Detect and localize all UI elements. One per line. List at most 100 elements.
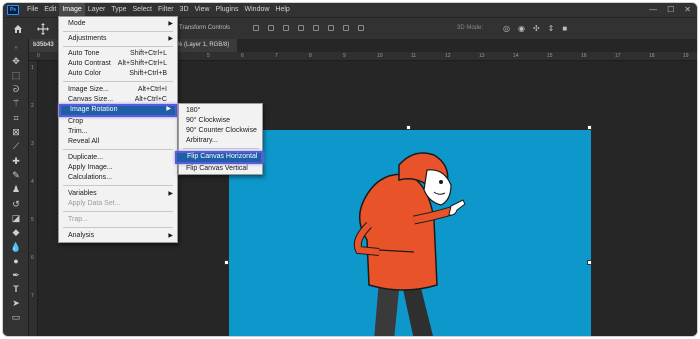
roll-icon[interactable]: ◉ xyxy=(518,24,525,33)
lasso-icon[interactable]: ᘐ xyxy=(10,84,22,95)
distribute-icon[interactable] xyxy=(343,25,349,31)
menu-item-crop[interactable]: Crop xyxy=(59,117,177,127)
panel-collapse-icon[interactable]: » xyxy=(10,43,22,54)
menu-item-mode[interactable]: Mode ▶ xyxy=(59,19,177,29)
menu-separator xyxy=(63,211,173,212)
submenu-arrow-icon: ▶ xyxy=(168,191,173,197)
menu-item-adjustments[interactable]: Adjustments ▶ xyxy=(59,34,177,44)
clone-stamp-icon[interactable]: ♟ xyxy=(10,184,22,195)
menu-item-arbitrary[interactable]: Arbitrary... xyxy=(179,136,262,146)
menu-item-duplicate[interactable]: Duplicate... xyxy=(59,153,177,163)
menu-item-auto-color[interactable]: Auto Color Shift+Ctrl+B xyxy=(59,69,177,79)
ruler-tick-label: 5 xyxy=(31,217,34,223)
canvas-image[interactable] xyxy=(229,130,591,336)
menu-item-label: Crop xyxy=(68,118,84,125)
menu-type[interactable]: Type xyxy=(108,3,129,17)
menu-item-flip-horizontal[interactable]: Flip Canvas Horizontal xyxy=(175,151,263,164)
align-left-icon[interactable] xyxy=(253,25,259,31)
menu-view[interactable]: View xyxy=(192,3,213,17)
menu-item-rotate-90-ccw[interactable]: 90° Counter Clockwise xyxy=(179,126,262,136)
menu-separator xyxy=(63,227,173,228)
menu-item-image-rotation[interactable]: Image Rotation ▶ xyxy=(59,104,177,117)
transform-handle[interactable] xyxy=(587,125,592,130)
3d-mode-icons: ◎ ◉ ✣ ⇕ ■ xyxy=(503,24,567,33)
blur-icon[interactable]: 💧 xyxy=(10,242,22,253)
ruler-tick-label: 19 xyxy=(683,53,689,59)
menu-file[interactable]: File xyxy=(24,3,41,17)
healing-brush-icon[interactable]: ✚ xyxy=(10,156,22,167)
pan-icon[interactable]: ✣ xyxy=(533,24,540,33)
menu-item-auto-tone[interactable]: Auto Tone Shift+Ctrl+L xyxy=(59,49,177,59)
align-center-icon[interactable] xyxy=(268,25,274,31)
path-selection-icon[interactable]: ➤ xyxy=(10,298,22,309)
ruler-tick-label: 18 xyxy=(649,53,655,59)
menu-edit[interactable]: Edit xyxy=(41,3,59,17)
menu-item-label: Calculations... xyxy=(68,174,112,181)
ruler-tick-label: 2 xyxy=(31,103,34,109)
menu-filter[interactable]: Filter xyxy=(155,3,177,17)
menu-item-flip-vertical[interactable]: Flip Canvas Vertical xyxy=(179,164,262,174)
minimize-button[interactable]: — xyxy=(649,5,657,14)
menu-item-auto-contrast[interactable]: Auto Contrast Alt+Shift+Ctrl+L xyxy=(59,59,177,69)
ruler-tick-label: 14 xyxy=(513,53,519,59)
shortcut-label: Alt+Shift+Ctrl+L xyxy=(117,60,167,67)
align-right-icon[interactable] xyxy=(283,25,289,31)
menu-plugins[interactable]: Plugins xyxy=(213,3,242,17)
transform-handle[interactable] xyxy=(587,260,592,265)
menu-item-trim[interactable]: Trim... xyxy=(59,127,177,137)
frame-icon[interactable]: ⊠ xyxy=(10,127,22,138)
close-button[interactable]: ✕ xyxy=(684,5,691,14)
menu-item-label: Image Size... xyxy=(68,86,109,93)
more-options-icon[interactable] xyxy=(358,25,364,31)
menu-item-variables[interactable]: Variables ▶ xyxy=(59,189,177,199)
pen-icon[interactable]: ✒ xyxy=(10,270,22,281)
orbit-icon[interactable]: ◎ xyxy=(503,24,510,33)
menu-help[interactable]: Help xyxy=(272,3,292,17)
camera-icon[interactable]: ■ xyxy=(562,24,567,33)
menu-3d[interactable]: 3D xyxy=(177,3,192,17)
crop-icon[interactable]: ⌗ xyxy=(10,113,22,124)
menu-image[interactable]: Image xyxy=(59,3,85,17)
menu-item-apply-image[interactable]: Apply Image... xyxy=(59,163,177,173)
align-bottom-icon[interactable] xyxy=(328,25,334,31)
paint-bucket-icon[interactable]: ◆ xyxy=(10,227,22,238)
maximize-button[interactable]: ☐ xyxy=(667,5,674,14)
magic-wand-icon[interactable]: ⚚ xyxy=(10,98,22,109)
menu-item-analysis[interactable]: Analysis ▶ xyxy=(59,231,177,241)
ruler-tick-label: 16 xyxy=(581,53,587,59)
marquee-icon[interactable]: ⬚ xyxy=(10,70,22,81)
ruler-tick-label: 8 xyxy=(309,53,312,59)
document-tab[interactable]: b35b43 xyxy=(29,39,59,52)
slide-icon[interactable]: ⇕ xyxy=(548,24,555,33)
menu-item-label: Duplicate... xyxy=(68,154,104,161)
menu-item-reveal-all[interactable]: Reveal All xyxy=(59,137,177,147)
image-rotation-submenu: 180° 90° Clockwise 90° Counter Clockwise… xyxy=(175,103,263,175)
eraser-icon[interactable]: ◪ xyxy=(10,213,22,224)
align-middle-icon[interactable] xyxy=(313,25,319,31)
3d-mode-label: 3D Mode: xyxy=(457,25,484,31)
move-tool-icon[interactable] xyxy=(37,22,49,35)
menu-item-rotate-180[interactable]: 180° xyxy=(179,106,262,116)
type-icon[interactable]: T xyxy=(10,284,22,295)
menu-window[interactable]: Window xyxy=(242,3,273,17)
move-icon[interactable]: ✥ xyxy=(10,56,22,67)
home-icon[interactable] xyxy=(13,24,23,34)
transform-controls-label[interactable]: Transform Controls xyxy=(179,25,230,31)
transform-handle[interactable] xyxy=(406,125,411,130)
menu-item-image-size[interactable]: Image Size... Alt+Ctrl+I xyxy=(59,85,177,95)
menu-layer[interactable]: Layer xyxy=(85,3,109,17)
history-brush-icon[interactable]: ↺ xyxy=(10,199,22,210)
document-tab-title[interactable]: % (Layer 1, RGB/8) xyxy=(175,39,238,52)
eyedropper-icon[interactable]: ⟋ xyxy=(10,141,22,152)
dodge-icon[interactable]: ● xyxy=(10,256,22,267)
rectangle-icon[interactable]: ▭ xyxy=(10,312,22,323)
menu-separator xyxy=(63,185,173,186)
transform-handle[interactable] xyxy=(224,260,229,265)
menu-item-calculations[interactable]: Calculations... xyxy=(59,173,177,183)
menu-item-rotate-90-cw[interactable]: 90° Clockwise xyxy=(179,116,262,126)
brush-icon[interactable]: ✎ xyxy=(10,170,22,181)
align-top-icon[interactable] xyxy=(298,25,304,31)
menu-select[interactable]: Select xyxy=(130,3,155,17)
menu-item-label: Trim... xyxy=(68,128,88,135)
photoshop-window: Ps File Edit Image Layer Type Select Fil… xyxy=(2,2,698,337)
